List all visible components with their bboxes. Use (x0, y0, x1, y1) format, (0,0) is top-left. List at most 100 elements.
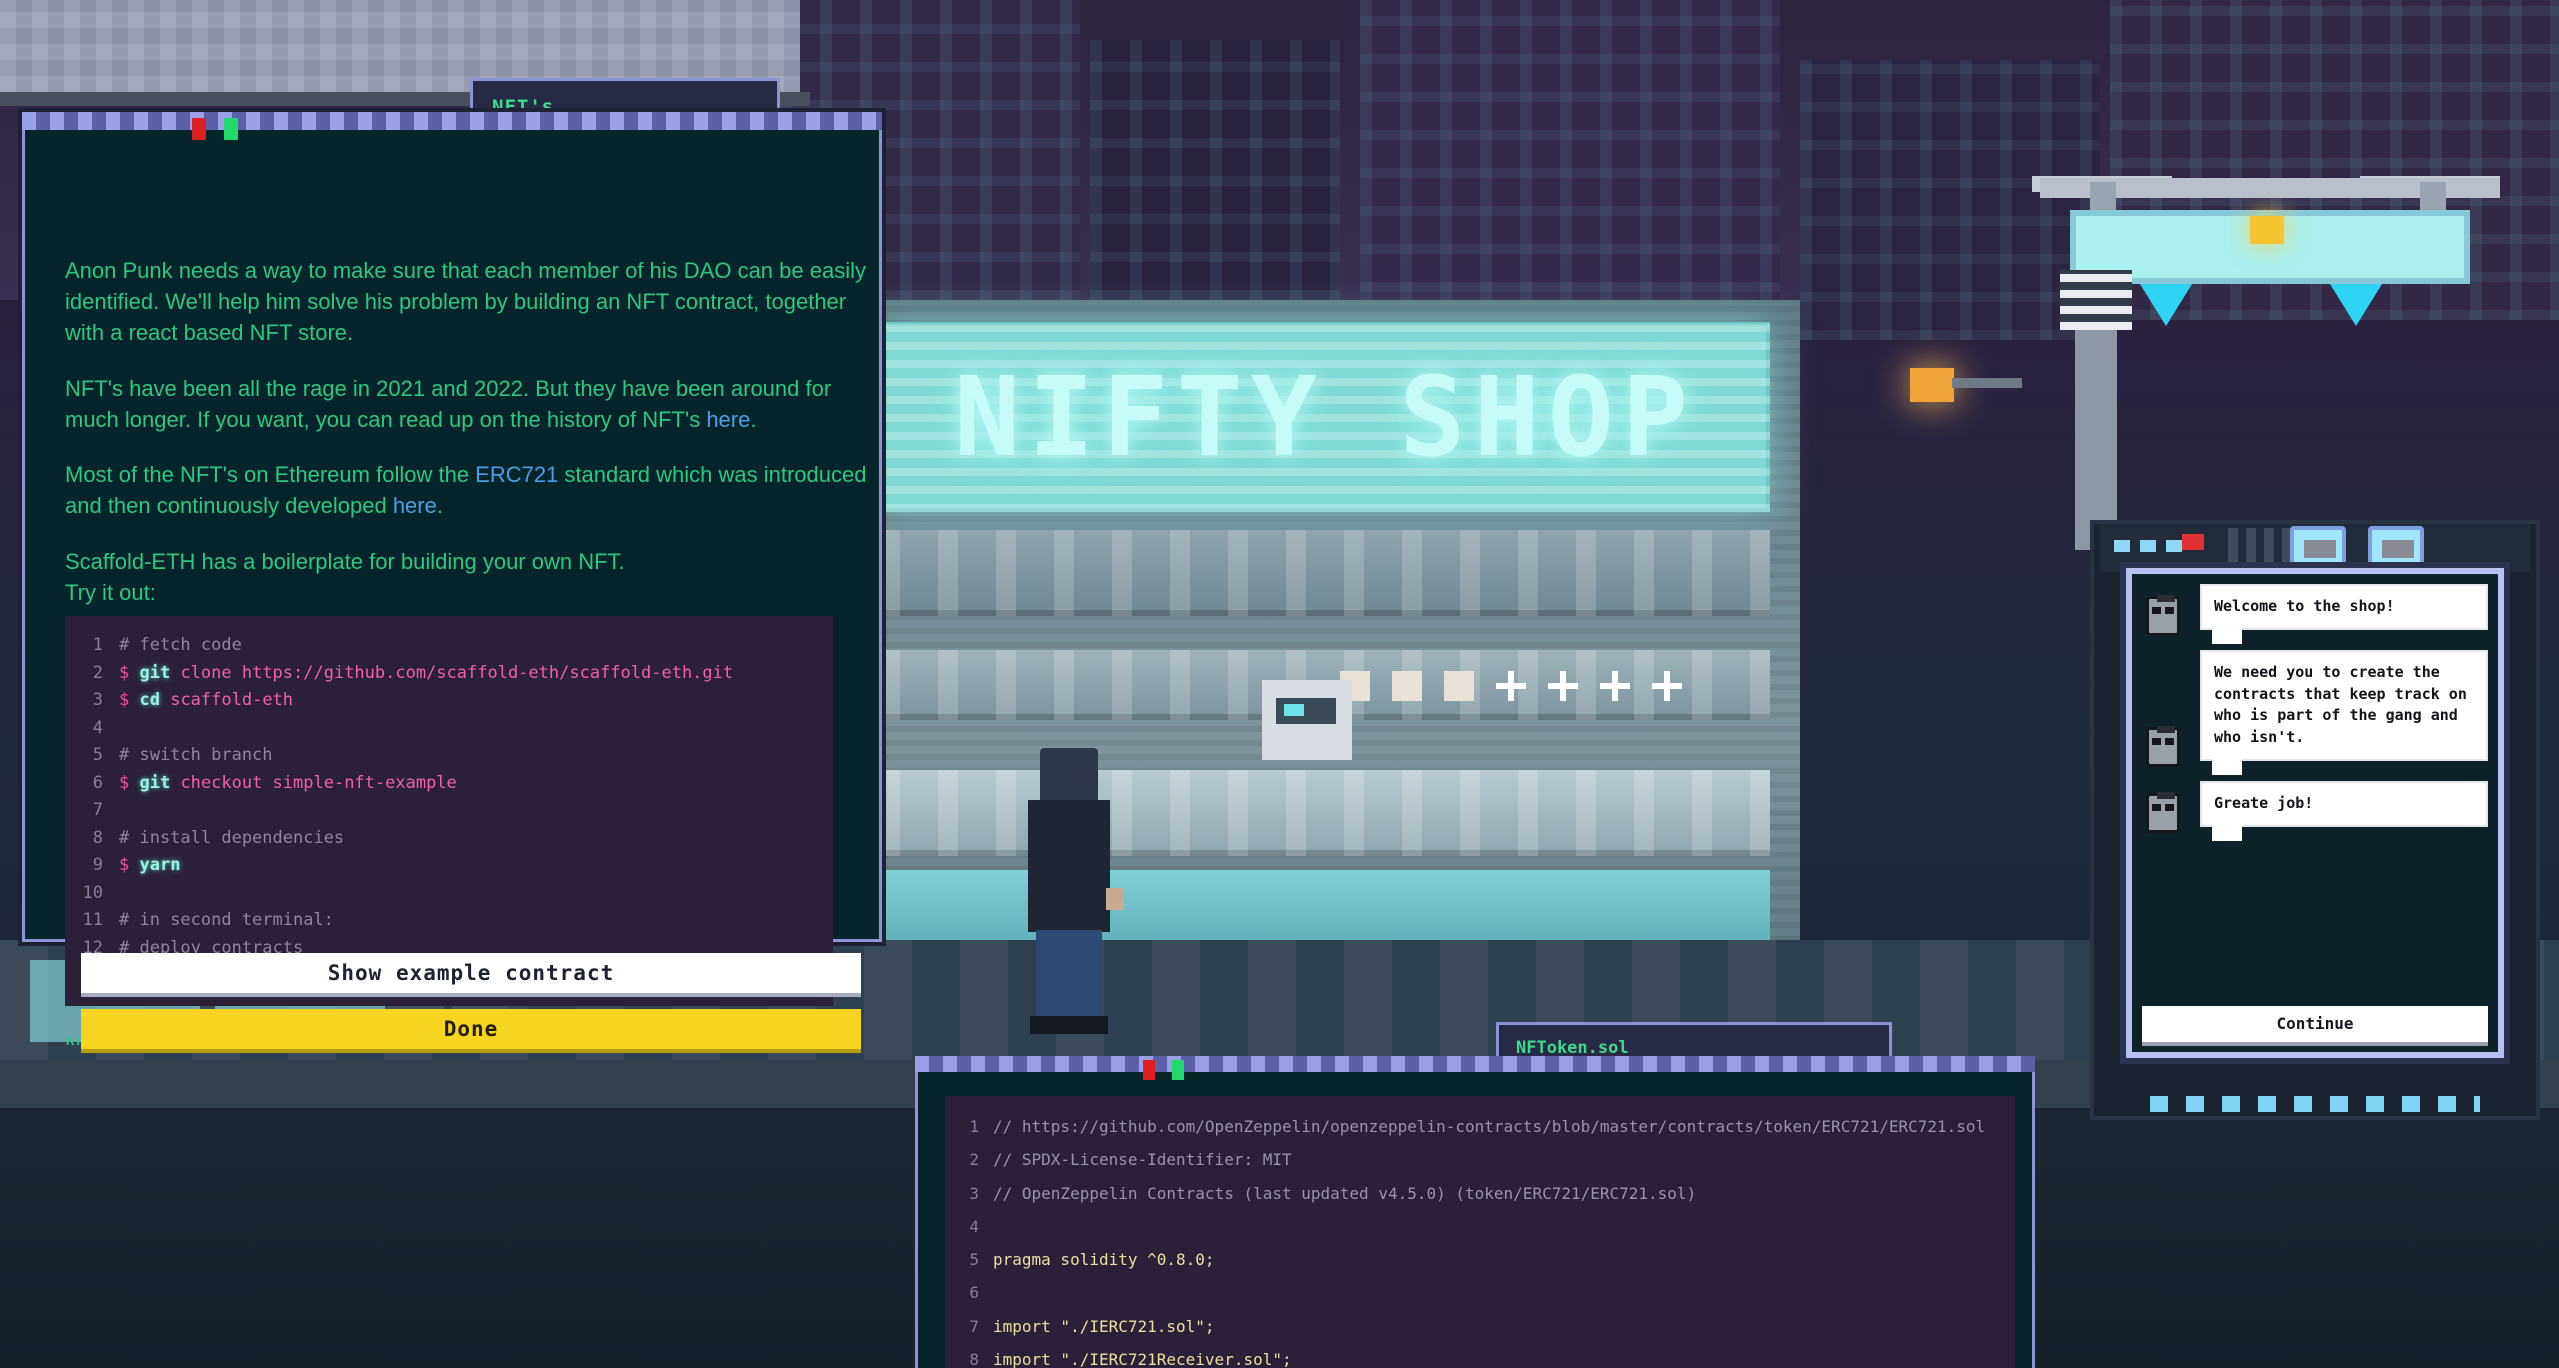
npc-avatar-icon (2146, 725, 2180, 767)
building-silhouette (1800, 60, 2100, 340)
paragraph-erc721-text-a: Most of the NFT's on Ethereum follow the (65, 462, 476, 488)
player-character-legs (1036, 930, 1102, 1022)
chat-bubble: Welcome to the shop! (2200, 584, 2488, 644)
sol-modal-topbar (915, 1056, 2035, 1072)
shop-shelf (880, 530, 1770, 616)
scaffold-line-1: Scaffold-ETH has a boilerplate for build… (65, 548, 625, 574)
street-lamp-arm (1952, 378, 2022, 388)
player-character-body (1028, 800, 1110, 932)
nfts-modal-actions: Show example contract Done (81, 953, 861, 1049)
terminal-line-number: 11 (82, 910, 103, 931)
chat-message: Greate job! (2142, 780, 2488, 841)
neon-sign-text: NIFTY SHOP (953, 353, 1697, 481)
modal-close-dot-icon[interactable] (192, 118, 206, 140)
game-screen: NIFTY SHOP NFT's Anon Punk needs a way t… (0, 0, 2559, 1368)
shop-robot-npc (1262, 680, 1352, 760)
terminal-line: 4 (65, 715, 833, 743)
machine-screen-icon (2290, 526, 2346, 568)
sol-code-line: 3 // OpenZeppelin Contracts (last updated… (945, 1177, 2015, 1210)
sol-code-line: 7 import "./IERC721.sol"; (945, 1310, 2015, 1343)
terminal-line-code: $ yarn (119, 855, 181, 876)
erc721-link[interactable]: ERC721 (475, 462, 558, 487)
sol-code-line: 2 // SPDX-License-Identifier: MIT (945, 1143, 2015, 1176)
chat-bubble: We need you to create the contracts that… (2200, 649, 2488, 775)
terminal-line-number: 3 (92, 690, 103, 711)
player-character-head (1040, 748, 1098, 804)
sol-code-line: 8 import "./IERC721Receiver.sol"; (945, 1343, 2015, 1368)
machine-bar (2228, 528, 2238, 568)
terminal-line-number: 1 (92, 635, 103, 656)
show-example-contract-button[interactable]: Show example contract (81, 953, 861, 993)
terminal-line-code: $ git clone https://github.com/scaffold-… (119, 662, 734, 683)
chat-message: We need you to create the contracts that… (2142, 649, 2488, 775)
drone-beam-icon (2140, 284, 2192, 326)
chat-message-list: Welcome to the shop! We need you to creat… (2142, 584, 2488, 1042)
sol-code-line: 4 (945, 1210, 2015, 1243)
drone-beam-icon (2330, 284, 2382, 326)
sol-ok-dot-icon[interactable] (1172, 1060, 1184, 1080)
nfts-modal: Anon Punk needs a way to make sure that … (22, 112, 882, 1049)
machine-led-icon (2114, 540, 2130, 552)
terminal-line-number: 5 (92, 745, 103, 766)
sol-line-number: 5 (969, 1250, 979, 1270)
machine-alert-led-icon (2182, 534, 2204, 550)
nfts-modal-content: Anon Punk needs a way to make sure that … (65, 255, 889, 1045)
terminal-line: 6 $ git checkout simple-nft-example (65, 770, 833, 798)
terminal-line-code: # fetch code (119, 635, 242, 656)
terminal-line-number: 7 (92, 800, 103, 821)
street-pole (2075, 300, 2117, 550)
sol-line-number: 3 (969, 1183, 979, 1203)
sol-code-line: 5 pragma solidity ^0.8.0; (945, 1243, 2015, 1276)
shop-shelf (880, 770, 1770, 856)
sol-line-code: import "./IERC721Receiver.sol"; (993, 1349, 1292, 1368)
machine-bar (2246, 528, 2256, 568)
sol-line-number: 8 (969, 1349, 979, 1368)
nfts-modal-topbar (22, 112, 882, 130)
erc721-here-link[interactable]: here (393, 493, 437, 518)
done-button[interactable]: Done (81, 1009, 861, 1049)
terminal-line-number: 6 (92, 772, 103, 793)
terminal-line-number: 10 (82, 882, 103, 903)
sol-code-block: 1 // https://github.com/OpenZeppelin/open… (945, 1096, 2015, 1368)
paragraph-history: NFT's have been all the rage in 2021 and… (65, 373, 889, 435)
terminal-line-number: 8 (92, 827, 103, 848)
terminal-line: 5 # switch branch (65, 742, 833, 770)
sol-line-number: 1 (969, 1117, 979, 1136)
sol-line-number: 7 (969, 1316, 979, 1336)
terminal-line-number: 4 (92, 717, 103, 738)
sol-code-line: 6 (945, 1276, 2015, 1309)
building-silhouette (1090, 40, 1340, 300)
modal-ok-dot-icon[interactable] (224, 118, 238, 140)
terminal-line-code: $ git checkout simple-nft-example (119, 772, 457, 793)
terminal-line: 3 $ cd scaffold-eth (65, 687, 833, 715)
sol-window-title: NFToken.sol (1516, 1038, 1629, 1058)
machine-bar (2264, 528, 2274, 568)
shelf-item-icons (1340, 664, 1770, 708)
street-lamp-icon (1910, 368, 1954, 402)
shop-chat-panel: Welcome to the shop! We need you to creat… (2126, 568, 2504, 1058)
terminal-code-block: 1 # fetch code 2 $ git clone https://github… (65, 616, 833, 1007)
terminal-line-code: # in second terminal: (119, 910, 334, 931)
sol-line-code: // SPDX-License-Identifier: MIT (993, 1150, 1292, 1170)
paragraph-erc721-text-c: . (436, 493, 443, 519)
sol-line-number: 6 (969, 1283, 979, 1303)
player-character-feet (1030, 1016, 1108, 1034)
chat-continue-button[interactable]: Continue (2142, 1006, 2488, 1042)
machine-screen-icon (2368, 526, 2424, 568)
sol-line-code: // https://github.com/OpenZeppelin/openz… (993, 1117, 1986, 1136)
npc-avatar-icon (2146, 594, 2180, 636)
terminal-line: 10 (65, 880, 833, 908)
terminal-line: 9 $ yarn (65, 852, 833, 880)
player-character-hand (1106, 888, 1124, 910)
sol-line-code: import "./IERC721.sol"; (993, 1316, 1215, 1336)
terminal-line-code: $ cd scaffold-eth (119, 690, 294, 711)
sol-line-code: pragma solidity ^0.8.0; (993, 1250, 1215, 1270)
sol-close-dot-icon[interactable] (1143, 1060, 1155, 1080)
machine-led-icon (2140, 540, 2156, 552)
drone-light-icon (2250, 216, 2284, 244)
history-here-link[interactable]: here (706, 407, 750, 432)
terminal-line-code: # switch branch (119, 745, 273, 766)
terminal-line: 11 # in second terminal: (65, 907, 833, 935)
terminal-line: 7 (65, 797, 833, 825)
npc-avatar-icon (2146, 791, 2180, 833)
